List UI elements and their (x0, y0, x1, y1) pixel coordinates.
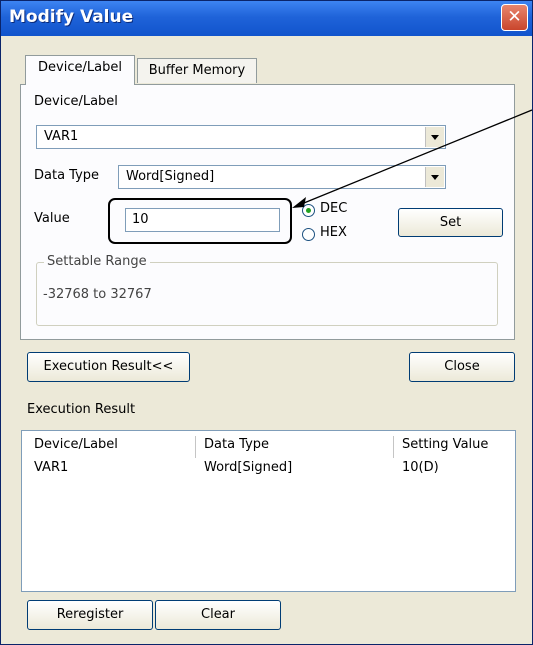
callout-arrow-head (292, 197, 306, 208)
callout-arrow (292, 109, 533, 208)
tab-device-label[interactable]: Device/Label (25, 55, 135, 85)
callout-arrow-line (298, 109, 533, 206)
tab-device-label-text: Device/Label (38, 60, 122, 75)
